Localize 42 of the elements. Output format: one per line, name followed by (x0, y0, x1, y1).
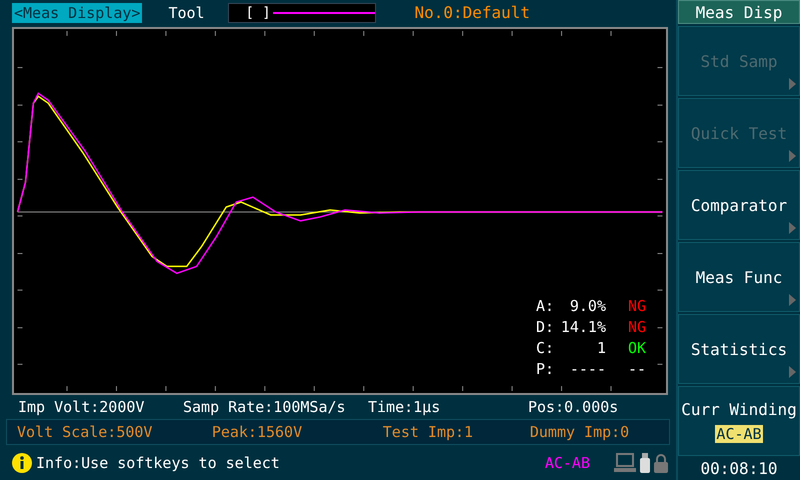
tool-label: Tool (168, 4, 206, 22)
info-text: Info:Use softkeys to select (36, 454, 280, 472)
result-label: D: (536, 318, 554, 337)
scale-text: Test Imp:1 (382, 423, 474, 441)
computer-icon (614, 452, 636, 472)
result-label: C: (536, 339, 554, 358)
setting-text: Pos:0.000s (528, 398, 620, 416)
usb-drive-icon (640, 452, 650, 472)
verdict-label: OK (626, 339, 646, 358)
softkey-button[interactable]: Statistics (678, 314, 800, 384)
softkey-button[interactable]: Comparator (678, 170, 800, 240)
scale-text: Volt Scale:500V (17, 423, 154, 441)
result-value: 1 (596, 339, 606, 358)
verdict-label: -- (626, 360, 646, 379)
result-value: ---- (568, 360, 606, 379)
info-icon (12, 452, 32, 472)
verdict-label: NG (626, 318, 646, 337)
clock-text: 00:08:10 (699, 458, 779, 480)
arrow-icon (789, 294, 796, 306)
arrow-icon (789, 222, 796, 234)
mode-label: AC-AB (544, 454, 590, 472)
result-value: 14.1% (560, 318, 606, 337)
arrow-icon (789, 150, 796, 162)
scale-text: Dummy Imp:0 (530, 423, 630, 441)
menu-title[interactable]: <Meas Display> (12, 2, 142, 22)
result-label: P: (536, 360, 554, 379)
softkey-title: Meas Disp (678, 0, 800, 24)
setting-text: Time:1μs (368, 398, 442, 416)
cursor-bracket: [ ] (245, 4, 271, 20)
arrow-icon (789, 78, 796, 90)
preset-label: No.0:Default (414, 3, 530, 22)
verdict-label: NG (626, 297, 646, 316)
winding-label: Curr Winding (681, 400, 797, 418)
softkey-button[interactable]: Meas Func (678, 242, 800, 312)
result-value: 9.0% (568, 297, 606, 316)
lock-icon (654, 452, 668, 472)
result-label: A: (536, 297, 554, 316)
arrow-icon (789, 366, 796, 378)
setting-text: Imp Volt:2000V (18, 398, 146, 416)
scale-text: Peak:1560V (212, 423, 304, 441)
winding-value: AC-AB (715, 424, 763, 442)
setting-text: Samp Rate:100MSa/s (183, 398, 347, 416)
